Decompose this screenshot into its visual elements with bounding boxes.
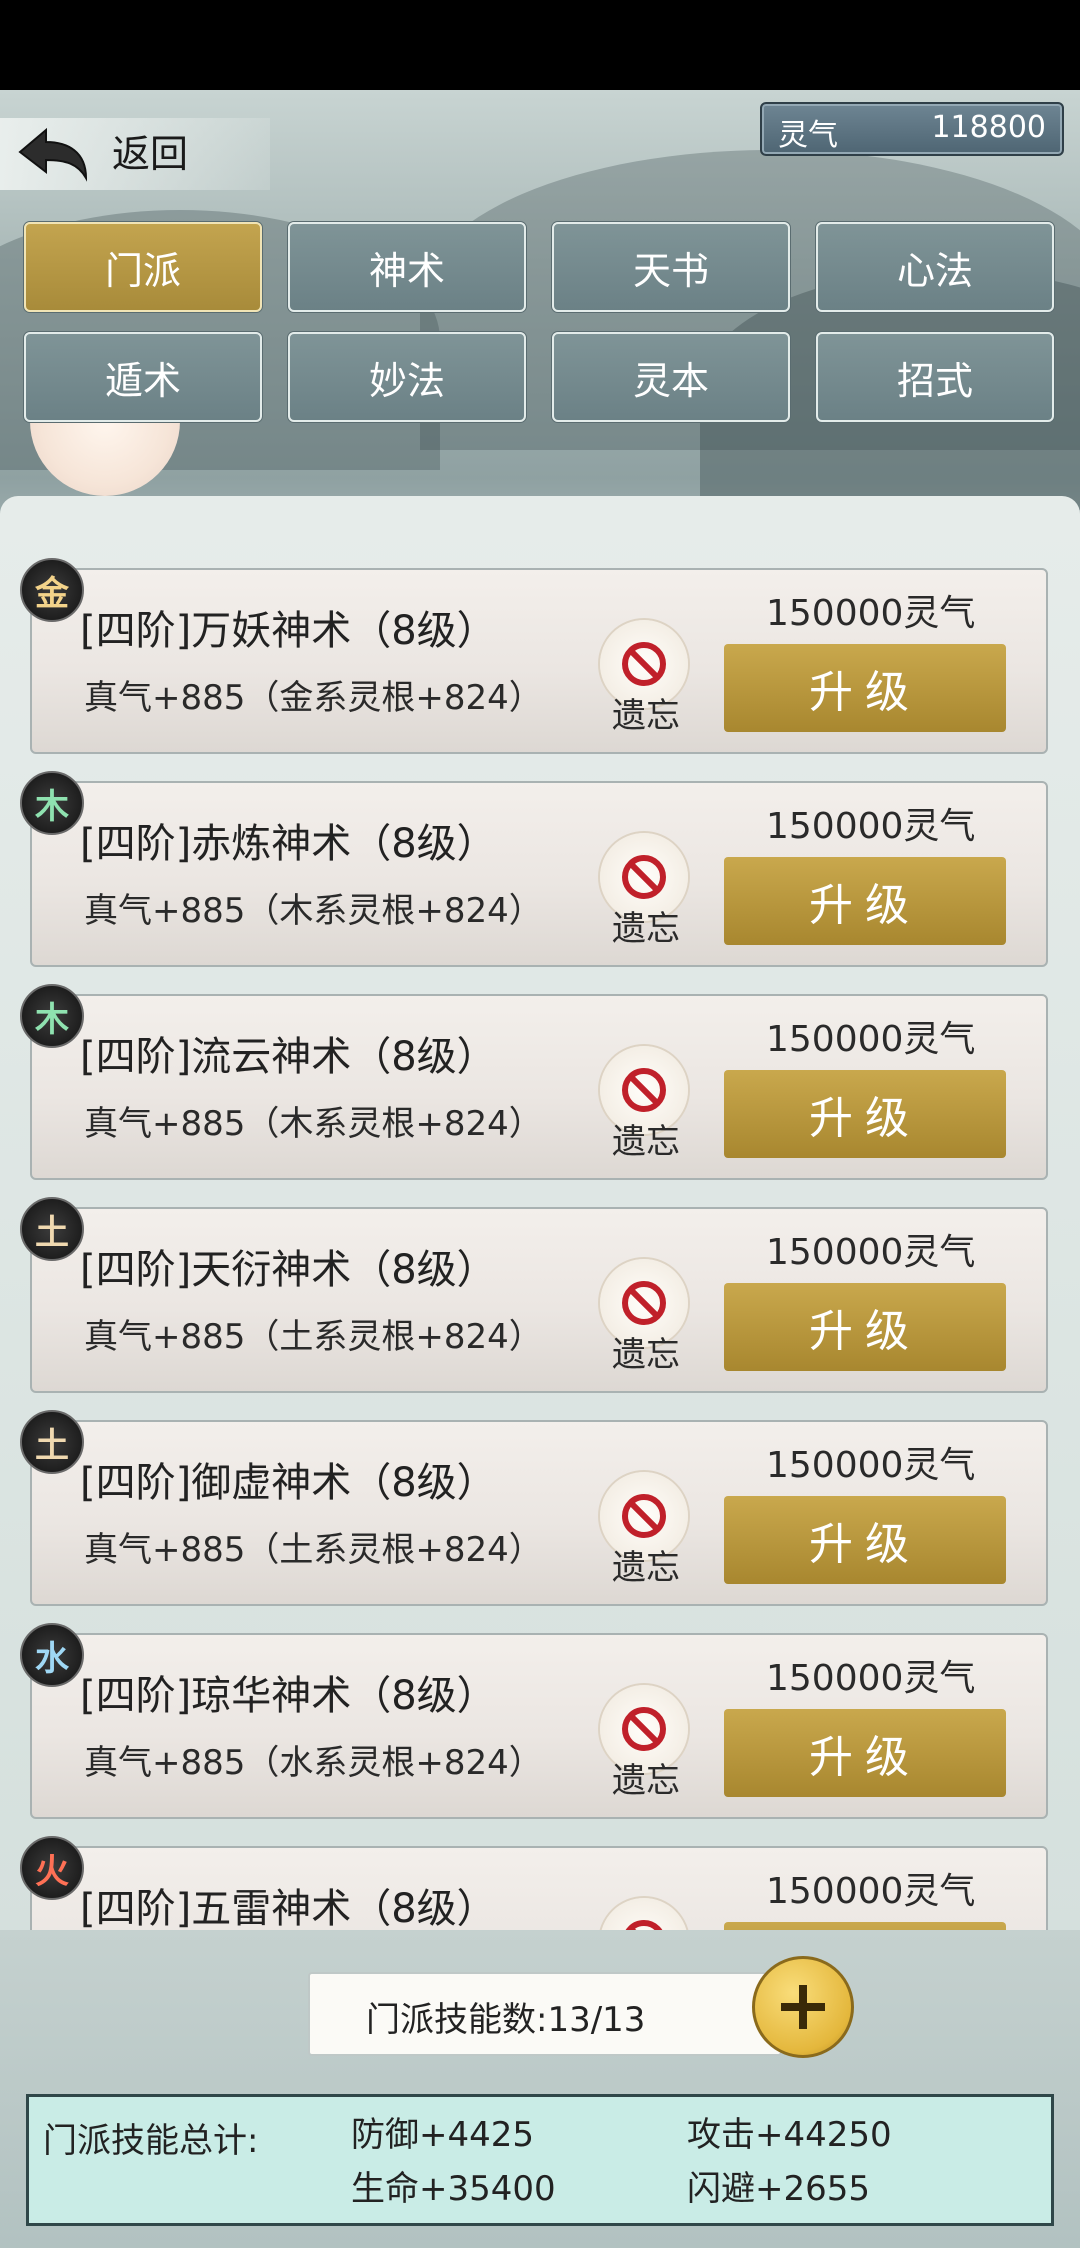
upgrade-cost: 150000灵气 bbox=[766, 1658, 976, 1699]
skill-card: 土 [四阶]御虚神术（8级） 真气+885（土系灵根+824） 遗忘 15000… bbox=[20, 1410, 1048, 1606]
skill-name: [四阶]万妖神术（8级） bbox=[80, 608, 497, 654]
upgrade-cost: 150000灵气 bbox=[766, 1019, 976, 1060]
skill-count-box: 门派技能数:13/13 bbox=[308, 1972, 782, 2056]
upgrade-button[interactable]: 升级 bbox=[724, 1709, 1006, 1797]
skill-desc: 真气+885（木系灵根+824） bbox=[84, 891, 543, 931]
tab-dunshu[interactable]: 遁术 bbox=[24, 332, 262, 422]
tab-xinfa[interactable]: 心法 bbox=[816, 222, 1054, 312]
skill-summary-panel: 门派技能总计: 防御+4425 攻击+44250 生命+35400 闪避+265… bbox=[26, 2094, 1054, 2226]
upgrade-button[interactable]: 升级 bbox=[724, 857, 1006, 945]
forget-label[interactable]: 遗忘 bbox=[612, 901, 680, 950]
upgrade-cost: 150000灵气 bbox=[766, 1232, 976, 1273]
stat-attack: 攻击+44250 bbox=[687, 2115, 892, 2155]
upgrade-button[interactable]: 升级 bbox=[724, 644, 1006, 732]
tab-menpai[interactable]: 门派 bbox=[24, 222, 262, 312]
forget-label[interactable]: 遗忘 bbox=[612, 1753, 680, 1802]
upgrade-button[interactable]: 升级 bbox=[724, 1496, 1006, 1584]
skill-card: 火 [四阶]五雷神术（8级） 150000灵气 bbox=[20, 1836, 1048, 1936]
skill-name: [四阶]五雷神术（8级） bbox=[80, 1886, 497, 1932]
upgrade-button[interactable]: 升级 bbox=[724, 1283, 1006, 1371]
skill-desc: 真气+885（水系灵根+824） bbox=[84, 1743, 543, 1783]
back-button[interactable]: 返回 bbox=[112, 128, 188, 180]
element-fire-icon: 火 bbox=[20, 1836, 84, 1900]
element-earth-icon: 土 bbox=[20, 1410, 84, 1474]
upgrade-cost: 150000灵气 bbox=[766, 1445, 976, 1486]
element-water-icon: 水 bbox=[20, 1623, 84, 1687]
element-earth-icon: 土 bbox=[20, 1197, 84, 1261]
tab-miaofa[interactable]: 妙法 bbox=[288, 332, 526, 422]
skill-card: 水 [四阶]琼华神术（8级） 真气+885（水系灵根+824） 遗忘 15000… bbox=[20, 1623, 1048, 1819]
forget-label[interactable]: 遗忘 bbox=[612, 1540, 680, 1589]
skill-card: 木 [四阶]赤炼神术（8级） 真气+885（木系灵根+824） 遗忘 15000… bbox=[20, 771, 1048, 967]
tab-lingben[interactable]: 灵本 bbox=[552, 332, 790, 422]
status-bar bbox=[0, 0, 1080, 90]
skill-card: 木 [四阶]流云神术（8级） 真气+885（木系灵根+824） 遗忘 15000… bbox=[20, 984, 1048, 1180]
skill-list-panel[interactable]: 金 [四阶]万妖神术（8级） 真气+885（金系灵根+824） 遗忘 15000… bbox=[0, 496, 1080, 1936]
skill-desc: 真气+885（金系灵根+824） bbox=[84, 678, 543, 718]
add-skill-button[interactable] bbox=[752, 1956, 854, 2058]
stat-dodge: 闪避+2655 bbox=[687, 2169, 871, 2209]
skill-desc: 真气+885（土系灵根+824） bbox=[84, 1317, 543, 1357]
element-metal-icon: 金 bbox=[20, 558, 84, 622]
skill-card: 金 [四阶]万妖神术（8级） 真气+885（金系灵根+824） 遗忘 15000… bbox=[20, 558, 1048, 754]
element-wood-icon: 木 bbox=[20, 771, 84, 835]
skill-name: [四阶]琼华神术（8级） bbox=[80, 1673, 497, 1719]
upgrade-cost: 150000灵气 bbox=[766, 806, 976, 847]
skill-name: [四阶]赤炼神术（8级） bbox=[80, 821, 497, 867]
stat-defense: 防御+4425 bbox=[351, 2115, 535, 2155]
skill-card: 土 [四阶]天衍神术（8级） 真气+885（土系灵根+824） 遗忘 15000… bbox=[20, 1197, 1048, 1393]
upgrade-cost: 150000灵气 bbox=[766, 1871, 976, 1912]
tab-shenshu[interactable]: 神术 bbox=[288, 222, 526, 312]
skill-name: [四阶]流云神术（8级） bbox=[80, 1034, 497, 1080]
tab-zhaoshi[interactable]: 招式 bbox=[816, 332, 1054, 422]
forget-label[interactable]: 遗忘 bbox=[612, 1114, 680, 1163]
currency-value: 118800 bbox=[931, 110, 1046, 145]
forget-label[interactable]: 遗忘 bbox=[612, 688, 680, 737]
skill-desc: 真气+885（木系灵根+824） bbox=[84, 1104, 543, 1144]
skill-desc: 真气+885（土系灵根+824） bbox=[84, 1530, 543, 1570]
currency-display: 灵气 118800 bbox=[760, 102, 1064, 156]
back-arrow-icon[interactable] bbox=[16, 126, 90, 186]
element-wood-icon: 木 bbox=[20, 984, 84, 1048]
upgrade-button[interactable]: 升级 bbox=[724, 1070, 1006, 1158]
currency-name: 灵气 bbox=[778, 118, 838, 153]
skill-name: [四阶]天衍神术（8级） bbox=[80, 1247, 497, 1293]
forget-label[interactable]: 遗忘 bbox=[612, 1327, 680, 1376]
skill-name: [四阶]御虚神术（8级） bbox=[80, 1460, 497, 1506]
summary-label: 门派技能总计: bbox=[43, 2121, 259, 2161]
tab-tianshu[interactable]: 天书 bbox=[552, 222, 790, 312]
plus-icon bbox=[781, 1985, 825, 2029]
upgrade-cost: 150000灵气 bbox=[766, 593, 976, 634]
skill-count-label: 门派技能数:13/13 bbox=[366, 2000, 646, 2040]
stat-hp: 生命+35400 bbox=[351, 2169, 556, 2209]
